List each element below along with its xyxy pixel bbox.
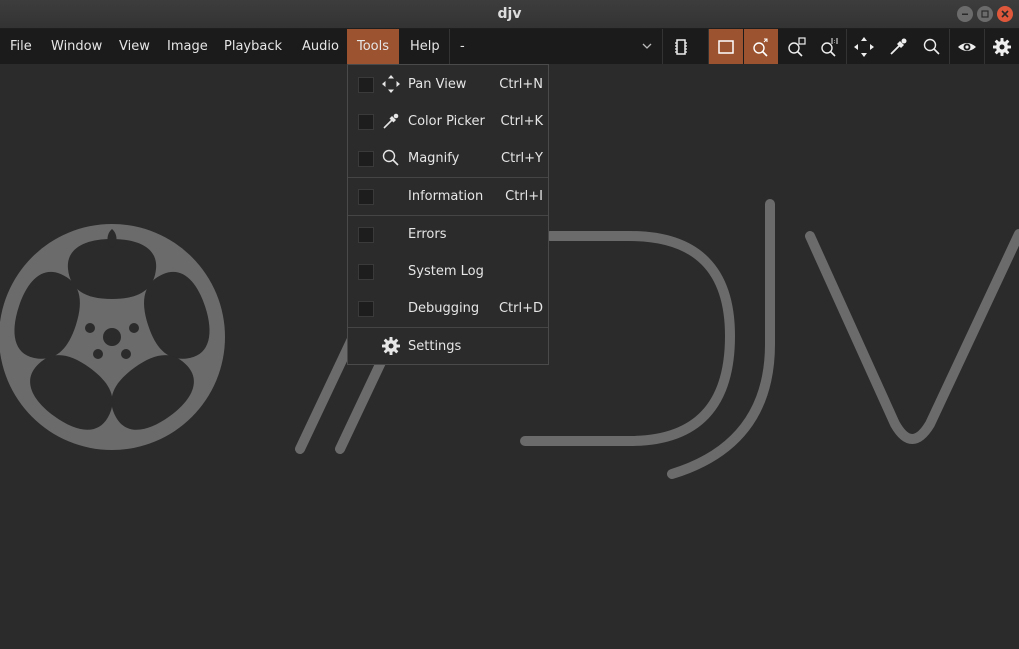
window-controls xyxy=(957,6,1013,22)
tools-menu-dropdown: Pan View Ctrl+N Color Picker Ctrl+K Magn… xyxy=(347,64,549,365)
menu-item-label: Magnify xyxy=(408,151,460,166)
zoom-fill-icon xyxy=(788,36,806,57)
menu-item-information[interactable]: Information Ctrl+I xyxy=(348,178,548,215)
film-reel-icon xyxy=(0,224,225,450)
maximize-button[interactable] xyxy=(977,6,993,22)
menu-tools[interactable]: Tools xyxy=(347,29,400,64)
menu-image[interactable]: Image xyxy=(157,29,218,64)
menu-item-shortcut: Ctrl+N xyxy=(499,77,543,92)
color-picker-checkbox[interactable] xyxy=(358,114,374,130)
menu-item-shortcut: Ctrl+K xyxy=(500,114,543,129)
zoom-fit-button[interactable] xyxy=(744,29,778,64)
fit-frame-icon xyxy=(718,39,734,54)
menu-item-magnify[interactable]: Magnify Ctrl+Y xyxy=(348,140,548,177)
menu-item-label: Pan View xyxy=(408,77,467,92)
pan-view-icon xyxy=(381,74,401,94)
memory-cache-icon xyxy=(675,38,687,55)
menu-item-color-picker[interactable]: Color Picker Ctrl+K xyxy=(348,103,548,140)
settings-gear-icon xyxy=(993,37,1011,56)
menu-item-label: Settings xyxy=(408,339,462,354)
system-log-checkbox[interactable] xyxy=(358,264,374,280)
zoom-one-to-one-button[interactable] xyxy=(812,29,846,64)
zoom-fit-icon xyxy=(753,38,768,57)
pan-view-checkbox[interactable] xyxy=(358,77,374,93)
menu-item-shortcut: Ctrl+Y xyxy=(501,151,543,166)
minimize-button[interactable] xyxy=(957,6,973,22)
menu-item-label: Information xyxy=(408,189,484,204)
information-checkbox[interactable] xyxy=(358,189,374,205)
menu-item-label: Color Picker xyxy=(408,114,485,129)
magnify-icon xyxy=(381,148,401,168)
menu-item-settings[interactable]: Settings xyxy=(348,328,548,365)
menu-item-errors[interactable]: Errors xyxy=(348,216,548,253)
menu-file[interactable]: File xyxy=(0,29,42,64)
magnify-checkbox[interactable] xyxy=(358,151,374,167)
color-picker-icon xyxy=(381,111,401,131)
eye-button[interactable] xyxy=(950,29,984,64)
menu-item-shortcut: Ctrl+I xyxy=(505,189,543,204)
menu-audio[interactable]: Audio xyxy=(292,29,349,64)
file-combo-value: - xyxy=(460,39,465,54)
menu-item-pan-view[interactable]: Pan View Ctrl+N xyxy=(348,66,548,103)
gear-icon xyxy=(381,336,401,356)
magnify-button[interactable] xyxy=(915,29,949,64)
menu-item-shortcut: Ctrl+D xyxy=(498,301,543,316)
window-title: djv xyxy=(497,6,522,22)
pan-view-button[interactable] xyxy=(847,29,881,64)
menu-view[interactable]: View xyxy=(109,29,160,64)
menu-item-label: System Log xyxy=(408,264,484,279)
menu-item-system-log[interactable]: System Log xyxy=(348,253,548,290)
eye-icon xyxy=(958,42,976,51)
chevron-down-icon xyxy=(642,43,652,49)
fit-frame-button[interactable] xyxy=(709,29,743,64)
magnify-icon xyxy=(923,38,940,55)
debugging-checkbox[interactable] xyxy=(358,301,374,317)
zoom-fill-button[interactable] xyxy=(779,29,813,64)
close-button[interactable] xyxy=(997,6,1013,22)
menu-help[interactable]: Help xyxy=(400,29,450,64)
file-combo-box[interactable]: - xyxy=(449,29,663,64)
color-picker-icon xyxy=(890,38,907,55)
menu-item-debugging[interactable]: Debugging Ctrl+D xyxy=(348,290,548,327)
settings-button[interactable] xyxy=(985,29,1019,64)
color-picker-button[interactable] xyxy=(881,29,915,64)
window-titlebar: djv xyxy=(0,0,1019,29)
menu-window[interactable]: Window xyxy=(41,29,112,64)
pan-view-icon xyxy=(854,36,874,57)
zoom-one-to-one-icon xyxy=(821,37,838,57)
menu-playback[interactable]: Playback xyxy=(214,29,292,64)
menu-item-label: Debugging xyxy=(408,301,480,316)
menu-item-label: Errors xyxy=(408,227,447,242)
errors-checkbox[interactable] xyxy=(358,227,374,243)
memory-cache-button[interactable] xyxy=(664,29,698,64)
